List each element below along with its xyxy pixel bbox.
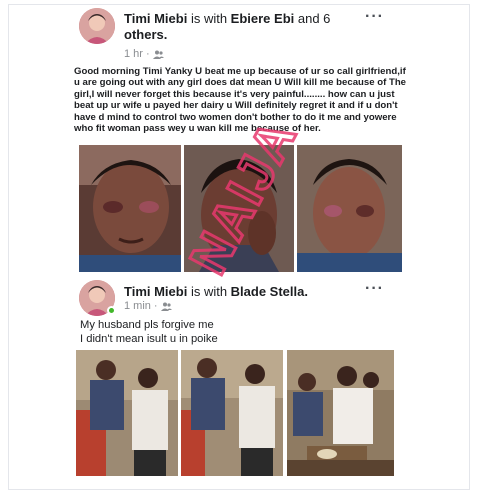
post1-timestamp[interactable]: 1 hr [124,48,143,60]
post2-line-1: My husband pls forgive me [80,319,214,331]
post2-line-2: I didn't mean isult u in poike [80,333,218,345]
post1-others-link[interactable]: others. [124,27,167,42]
online-status-icon [107,306,116,315]
post1-author-name[interactable]: Timi Miebi [124,11,187,26]
post1-photo-2[interactable] [184,145,294,272]
post1-more-options-icon[interactable]: ··· [365,8,384,26]
post1-text: Good morning Timi Yanky U beat me up bec… [74,66,407,135]
post1-photo-1[interactable] [79,145,181,272]
post2-photo-3[interactable] [287,350,394,476]
post2-timestamp[interactable]: 1 min [124,300,151,312]
friends-icon [152,50,164,59]
post1-author-avatar[interactable] [79,8,115,44]
avatar-face-icon [79,8,115,44]
post1-tagged-friend[interactable]: Ebiere Ebi [231,11,295,26]
post2-photo-1[interactable] [76,350,178,476]
post2-header: Timi Miebi is with Blade Stella. [124,284,308,299]
post1-meta: 1 hr · [124,48,164,60]
post2-more-options-icon[interactable]: ··· [365,280,384,298]
friends-icon [160,302,172,311]
post2-tagged-friend[interactable]: Blade Stella. [231,284,308,299]
post1-photo-3[interactable] [297,145,402,272]
post2-text: My husband pls forgive me I didn't mean … [80,318,400,346]
post2-meta: 1 min · [124,300,172,312]
post1-header: Timi Miebi is with Ebiere Ebi and 6 othe… [124,11,331,42]
post2-photo-2[interactable] [181,350,283,476]
post2-author-name[interactable]: Timi Miebi [124,284,187,299]
